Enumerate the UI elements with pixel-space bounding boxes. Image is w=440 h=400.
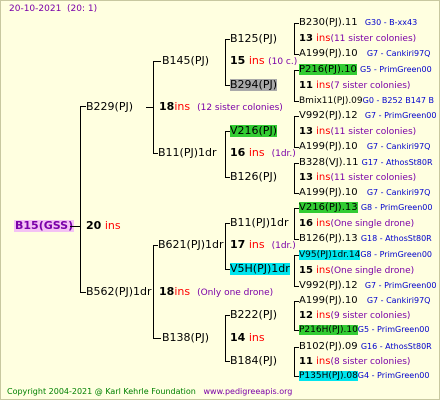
date-label: 20-10-2021 (20: 1)	[9, 4, 98, 14]
connector-line	[80, 106, 86, 107]
connector-line	[294, 255, 299, 256]
connector-line	[225, 223, 226, 269]
connector-line	[294, 101, 299, 102]
connector-line	[294, 347, 299, 348]
gen4-ins-row: 11 ins(7 sister colonies)	[299, 80, 411, 91]
connector-line	[153, 338, 161, 339]
connector-line	[294, 116, 295, 147]
gen2-b145-ins: 15 ins (10 c.)	[230, 54, 298, 68]
connector-line	[294, 208, 299, 209]
gen4-row[interactable]: V992(PJ).12 G7 - PrimGreen00	[299, 110, 436, 122]
connector-line	[294, 54, 299, 55]
root-ins: 20 ins	[86, 219, 121, 232]
gen2-b621[interactable]: B621(PJ)1dr	[158, 239, 224, 251]
connector-line	[294, 376, 299, 377]
connector-line	[294, 193, 299, 194]
gen3-b222[interactable]: B222(PJ)	[230, 309, 277, 321]
connector-line	[225, 177, 230, 178]
connector-line	[294, 116, 299, 117]
connector-line	[294, 255, 295, 286]
gen3-v216[interactable]: V216(PJ)	[230, 125, 277, 137]
gen3-v5h[interactable]: V5H(PJ)1dr	[230, 263, 290, 275]
gen2-b138-ins: 14 ins	[230, 331, 265, 344]
gen4-ins-row: 13 ins(11 sister colonies)	[299, 33, 417, 44]
connector-line	[225, 39, 226, 85]
gen3-b294[interactable]: B294(PJ)	[230, 79, 278, 91]
gen4-row[interactable]: V216(PJ).13 G8 - PrimGreen00	[299, 202, 432, 214]
gen4-row[interactable]: B328(VJ).11 G17 - AthosSt80R	[299, 157, 433, 169]
gen2-b621-ins: 17 ins (1dr.)	[230, 238, 296, 252]
gen4-row[interactable]: A199(PJ).10 G7 - Cankiri97Q	[299, 187, 430, 199]
gen2-b11[interactable]: B11(PJ)1dr	[158, 147, 217, 159]
connector-line	[80, 292, 86, 293]
connector-line	[225, 85, 230, 86]
connector-line	[294, 70, 299, 71]
gen4-row[interactable]: B230(PJ).11 G30 - B-xx43	[299, 17, 417, 29]
connector-line	[225, 315, 226, 361]
gen4-ins-row: 16 ins(One single drone)	[299, 218, 415, 229]
connector-line	[153, 153, 158, 154]
gen4-ins-row: 13 ins(11 sister colonies)	[299, 172, 417, 183]
gen2-b11-ins: 16 ins (1dr.)	[230, 146, 296, 160]
connector-line	[225, 39, 230, 40]
connector-line	[294, 347, 295, 376]
gen1-bottom-ins: 18ins (Only one drone)	[159, 285, 274, 299]
root-queen[interactable]: B15(GSS)	[14, 220, 75, 232]
connector-line	[294, 239, 299, 240]
gen3-b184[interactable]: B184(PJ)	[230, 355, 277, 367]
connector-line	[294, 163, 295, 193]
connector-line	[153, 245, 154, 338]
pedigree-frame	[0, 0, 440, 400]
connector-line	[80, 106, 81, 293]
gen4-row[interactable]: V992(PJ).12 G7 - PrimGreen00	[299, 280, 436, 292]
gen4-row[interactable]: P135H(PJ).08G4 - PrimGreen00	[299, 370, 429, 382]
gen4-row[interactable]: P216H(PJ).10G5 - PrimGreen00	[299, 324, 429, 336]
gen4-ins-row: 15 ins(One single drone)	[299, 265, 415, 276]
gen3-b126[interactable]: B126(PJ)	[230, 171, 277, 183]
gen4-row[interactable]: P216(PJ).10 G5 - PrimGreen00	[299, 64, 432, 76]
connector-line	[294, 163, 299, 164]
connector-line	[225, 315, 230, 316]
gen1-top-ins: 18ins (12 sister colonies)	[159, 100, 283, 114]
gen4-ins-row: 13 ins(11 sister colonies)	[299, 126, 417, 137]
connector-line	[294, 147, 299, 148]
connector-line	[294, 301, 295, 330]
connector-line	[146, 107, 154, 108]
gen4-row[interactable]: A199(PJ).10 G7 - Cankiri97Q	[299, 141, 430, 153]
connector-line	[225, 223, 230, 224]
connector-line	[294, 208, 295, 239]
connector-line	[294, 23, 295, 54]
connector-line	[294, 23, 299, 24]
gen3-b11b[interactable]: B11(PJ)1dr	[230, 217, 289, 229]
connector-line	[70, 226, 81, 227]
connector-line	[294, 301, 299, 302]
connector-line	[294, 330, 299, 331]
gen2-b138[interactable]: B138(PJ)	[162, 332, 209, 344]
connector-line	[225, 269, 230, 270]
gen4-ins-row: 12 ins(9 sister colonies)	[299, 310, 411, 321]
connector-line	[294, 286, 299, 287]
gen4-row[interactable]: A199(PJ).10 G7 - Cankiri97Q	[299, 48, 430, 60]
gen4-row[interactable]: V95(PJ)1dr.14G8 - PrimGreen00	[299, 249, 432, 261]
connector-line	[294, 70, 295, 101]
gen2-b145[interactable]: B145(PJ)	[162, 55, 209, 67]
connector-line	[225, 131, 230, 132]
gen4-ins-row: 11 ins(8 sister colonies)	[299, 356, 411, 367]
connector-line	[225, 361, 230, 362]
gen1-top-queen[interactable]: B229(PJ)	[86, 101, 133, 113]
gen4-row[interactable]: A199(PJ).10 G7 - Cankiri97Q	[299, 295, 430, 307]
gen4-row[interactable]: B102(PJ).09 G16 - AthosSt80R	[299, 341, 432, 353]
connector-line	[225, 131, 226, 177]
gen4-row[interactable]: Bmix11(PJ).09G0 - B252 B147 B	[299, 95, 434, 107]
copyright-text: Copyright 2004-2021 @ Karl Kehrle Founda…	[7, 387, 293, 396]
gen4-row[interactable]: B126(PJ).13 G18 - AthosSt80R	[299, 233, 432, 245]
connector-line	[153, 61, 161, 62]
connector-line	[153, 245, 158, 246]
gen1-bottom-queen[interactable]: B562(PJ)1dr	[86, 286, 152, 298]
gen3-b125a[interactable]: B125(PJ)	[230, 33, 277, 45]
